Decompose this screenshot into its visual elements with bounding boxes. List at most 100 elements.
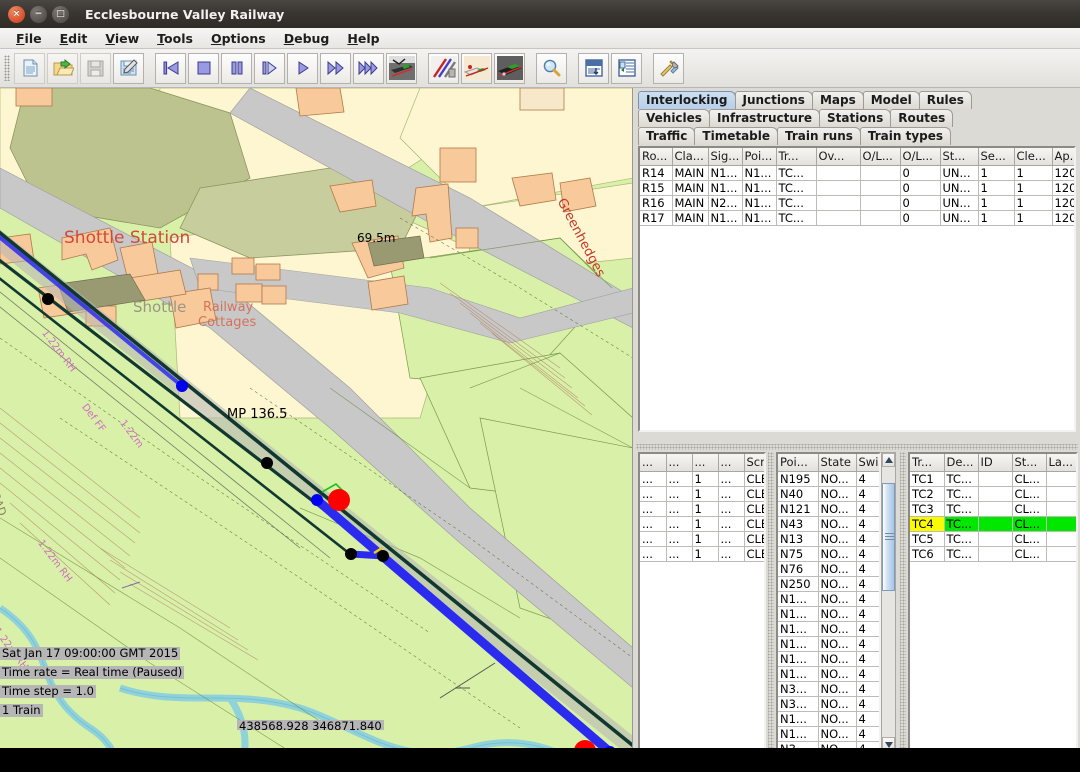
tab-train-runs[interactable]: Train runs [777,127,861,145]
table-cell[interactable]: CL... [1012,516,1047,532]
column-header[interactable]: O/L... [860,148,901,166]
table-cell[interactable]: TC2 [910,486,945,502]
table-cell[interactable]: 4 [856,531,879,547]
play-button[interactable] [287,52,318,84]
table-row[interactable]: ......1...CLEA... [640,516,764,532]
tools-button[interactable] [653,52,684,84]
table-cell[interactable] [978,486,1013,502]
table-row[interactable]: N121 NO... 4 [778,501,879,517]
table-cell[interactable]: 1 [692,471,719,487]
table-cell[interactable] [1046,501,1076,517]
table-cell[interactable] [978,516,1013,532]
tab-model[interactable]: Model [862,91,920,109]
column-header[interactable]: Script [744,454,764,472]
table-cell[interactable]: N195 [778,471,819,487]
table-cell[interactable]: N1... [708,165,743,181]
table-cell[interactable] [1046,546,1076,562]
table-cell[interactable]: R14 [640,165,673,181]
table-cell[interactable]: TC... [944,501,979,517]
panel-layout-button[interactable] [578,52,609,84]
table-cell[interactable]: TC... [944,531,979,547]
table-cell[interactable] [1046,531,1076,547]
table-row[interactable]: N1... NO... 4 [778,591,879,607]
table-cell[interactable]: CL... [1012,471,1047,487]
table-cell[interactable]: 4 [856,561,879,577]
train-editor-button[interactable] [494,52,525,84]
fast-forward-button[interactable] [320,52,351,84]
routes-table-panel[interactable]: Ro... Cla... Sig... Poi... Tr... Ov... O/L... O… [638,146,1076,432]
table-cell[interactable]: UN... [940,180,979,196]
table-cell[interactable]: N43 [778,516,819,532]
tab-train-types[interactable]: Train types [859,127,952,145]
table-cell[interactable]: CL... [1012,501,1047,517]
column-header[interactable]: St... [940,148,979,166]
column-header[interactable]: Tr... [776,148,817,166]
table-cell[interactable]: N250 [778,576,819,592]
table-cell[interactable]: 1 [1014,180,1053,196]
column-header[interactable]: De... [944,454,979,472]
column-header[interactable]: Ro... [640,148,673,166]
table-cell[interactable]: N1... [742,180,777,196]
table-cell[interactable] [816,210,861,226]
table-cell[interactable]: NO... [818,636,857,652]
new-document-button[interactable] [14,52,45,84]
table-row[interactable]: N40 NO... 4 [778,486,879,502]
table-cell[interactable]: 1 [1014,165,1053,181]
table-cell[interactable]: ... [640,516,667,532]
table-cell[interactable]: 1 [692,516,719,532]
table-row[interactable]: ......1...CLEA... [640,531,764,547]
table-cell[interactable]: N1... [778,621,819,637]
column-header[interactable]: Se... [978,148,1015,166]
table-cell[interactable]: CLEA... [744,501,764,517]
pause-button[interactable] [221,52,252,84]
table-cell[interactable]: R15 [640,180,673,196]
table-cell[interactable]: NO... [818,576,857,592]
train-run-button[interactable] [386,52,417,84]
table-row[interactable]: N75 NO... 4 [778,546,879,562]
table-cell[interactable]: ... [640,501,667,517]
tab-timetable[interactable]: Timetable [694,127,779,145]
table-cell[interactable]: 4 [856,681,879,697]
table-cell[interactable]: NO... [818,606,857,622]
menu-item-help[interactable]: Help [338,29,388,48]
points-table-scrollbar[interactable] [881,452,896,752]
table-cell[interactable]: 4 [856,711,879,727]
table-cell[interactable]: N2... [708,195,743,211]
vertical-splitter-1[interactable] [768,452,774,756]
table-cell[interactable]: TC5 [910,531,945,547]
table-cell[interactable]: 4 [856,591,879,607]
table-cell[interactable]: 1 [978,165,1015,181]
column-header[interactable]: O/L... [900,148,941,166]
vertical-splitter-2[interactable] [900,452,906,756]
table-cell[interactable]: NO... [818,696,857,712]
table-cell[interactable]: NO... [818,651,857,667]
table-row[interactable]: ......1...CLEA... [640,486,764,502]
column-header[interactable]: ID [978,454,1013,472]
table-cell[interactable]: N1... [778,651,819,667]
map-panel[interactable]: Shottle Station Shottle Railway Cottages MP … [0,88,633,748]
table-cell[interactable]: 120 [1052,195,1074,211]
menu-item-tools[interactable]: Tools [148,29,202,48]
table-cell[interactable]: N1... [742,195,777,211]
column-header[interactable]: Cle... [1014,148,1053,166]
table-cell[interactable]: MAIN [672,195,709,211]
table-row[interactable]: R14 MAIN N1... N1... TC... 0 UN... 1 1 120 [640,165,1074,181]
table-cell[interactable] [816,180,861,196]
column-header[interactable]: Cla... [672,148,709,166]
table-cell[interactable] [1046,486,1076,502]
table-cell[interactable] [860,180,901,196]
table-row[interactable]: TC5 TC... CL... [910,531,1076,547]
table-cell[interactable]: CLEA... [744,516,764,532]
table-cell[interactable]: 120 [1052,180,1074,196]
tab-rules[interactable]: Rules [918,91,972,109]
table-cell[interactable]: ... [666,471,693,487]
column-header[interactable]: ... [640,454,667,472]
table-cell[interactable]: N1... [778,726,819,742]
table-cell[interactable]: N1... [778,711,819,727]
scroll-up-arrow[interactable] [882,453,895,467]
table-cell[interactable]: NO... [818,471,857,487]
table-cell[interactable]: 4 [856,696,879,712]
table-cell[interactable]: CLEA... [744,531,764,547]
table-cell[interactable]: N1... [778,591,819,607]
table-row[interactable]: N1... NO... 4 [778,636,879,652]
